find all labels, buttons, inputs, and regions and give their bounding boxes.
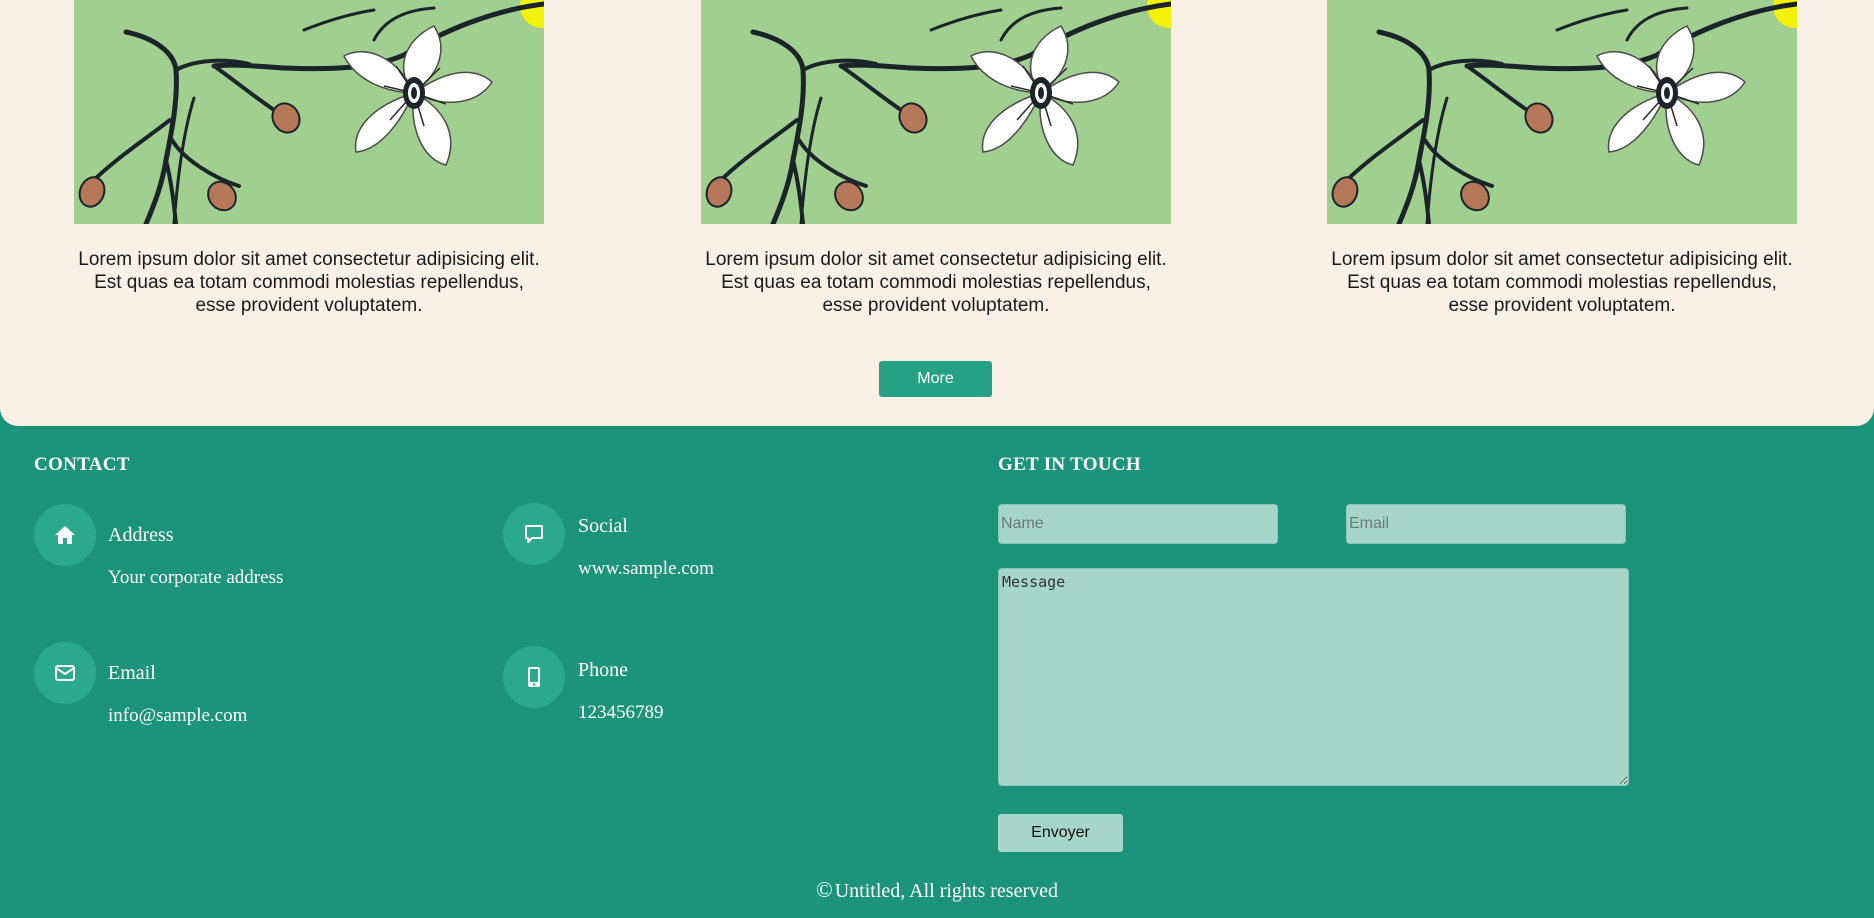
mobile-icon bbox=[503, 646, 565, 708]
chat-icon bbox=[503, 503, 565, 565]
card-caption: Lorem ipsum dolor sit amet consectetur a… bbox=[78, 249, 540, 316]
message-textarea[interactable] bbox=[998, 568, 1629, 786]
flower-image bbox=[1327, 0, 1797, 224]
phone-value: 123456789 bbox=[578, 702, 664, 723]
social-link[interactable]: www.sample.com bbox=[578, 558, 714, 580]
send-button[interactable]: Envoyer bbox=[998, 814, 1123, 852]
copyright-icon: © bbox=[815, 877, 833, 902]
more-button[interactable]: More bbox=[879, 361, 992, 397]
get-in-touch-title: GET IN TOUCH bbox=[998, 454, 1141, 475]
social-label: Social bbox=[578, 515, 628, 537]
flower-image bbox=[74, 0, 544, 224]
home-icon bbox=[34, 504, 96, 566]
contact-title: CONTACT bbox=[34, 454, 130, 475]
envelope-icon bbox=[34, 642, 96, 704]
email-label: Email bbox=[108, 662, 156, 684]
copyright: © Untitled, All rights reserved bbox=[0, 877, 1874, 903]
gallery-section: Lorem ipsum dolor sit amet consectetur a… bbox=[0, 0, 1874, 426]
email-link[interactable]: info@sample.com bbox=[108, 705, 247, 727]
name-input[interactable] bbox=[998, 504, 1278, 544]
address-value: Your corporate address bbox=[108, 567, 284, 588]
copyright-text: Untitled, All rights reserved bbox=[834, 880, 1058, 902]
address-label: Address bbox=[108, 524, 174, 546]
flower-image bbox=[701, 0, 1171, 224]
phone-label: Phone bbox=[578, 659, 628, 681]
email-input[interactable] bbox=[1346, 504, 1626, 544]
card-caption: Lorem ipsum dolor sit amet consectetur a… bbox=[1331, 249, 1793, 316]
card-caption: Lorem ipsum dolor sit amet consectetur a… bbox=[705, 249, 1167, 316]
